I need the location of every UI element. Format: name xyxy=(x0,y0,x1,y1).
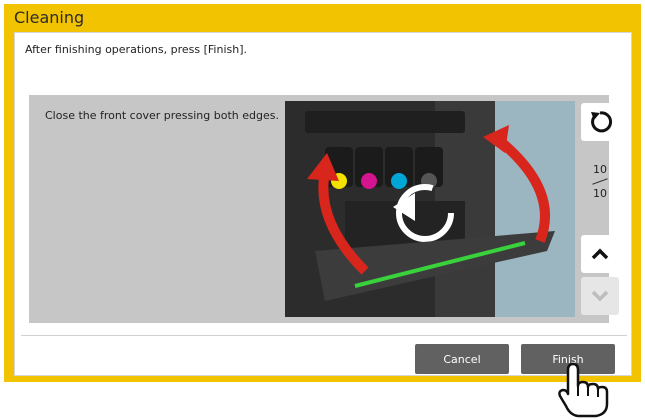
restart-button[interactable] xyxy=(581,103,619,141)
page-indicator: 10 10 xyxy=(581,163,619,215)
page-total: 10 xyxy=(593,187,607,200)
page-separator xyxy=(592,178,608,185)
dialog-title: Cleaning xyxy=(14,8,85,27)
cancel-button[interactable]: Cancel xyxy=(415,344,509,374)
printer-illustration xyxy=(285,101,575,317)
hand-pointer-icon xyxy=(558,362,609,418)
chevron-down-icon xyxy=(591,290,609,302)
dialog-panel: After finishing operations, press [Finis… xyxy=(14,32,632,376)
footer-divider xyxy=(21,335,627,336)
step-text: Close the front cover pressing both edge… xyxy=(45,109,279,122)
restart-icon xyxy=(591,111,613,133)
instruction-text: After finishing operations, press [Finis… xyxy=(25,43,247,56)
scroll-up-button[interactable] xyxy=(581,235,619,273)
dialog-frame: Cleaning After finishing operations, pre… xyxy=(4,4,641,382)
step-content: Close the front cover pressing both edge… xyxy=(29,95,619,323)
scroll-down-button[interactable] xyxy=(581,277,619,315)
page-current: 10 xyxy=(593,163,607,176)
chevron-up-icon xyxy=(591,248,609,260)
